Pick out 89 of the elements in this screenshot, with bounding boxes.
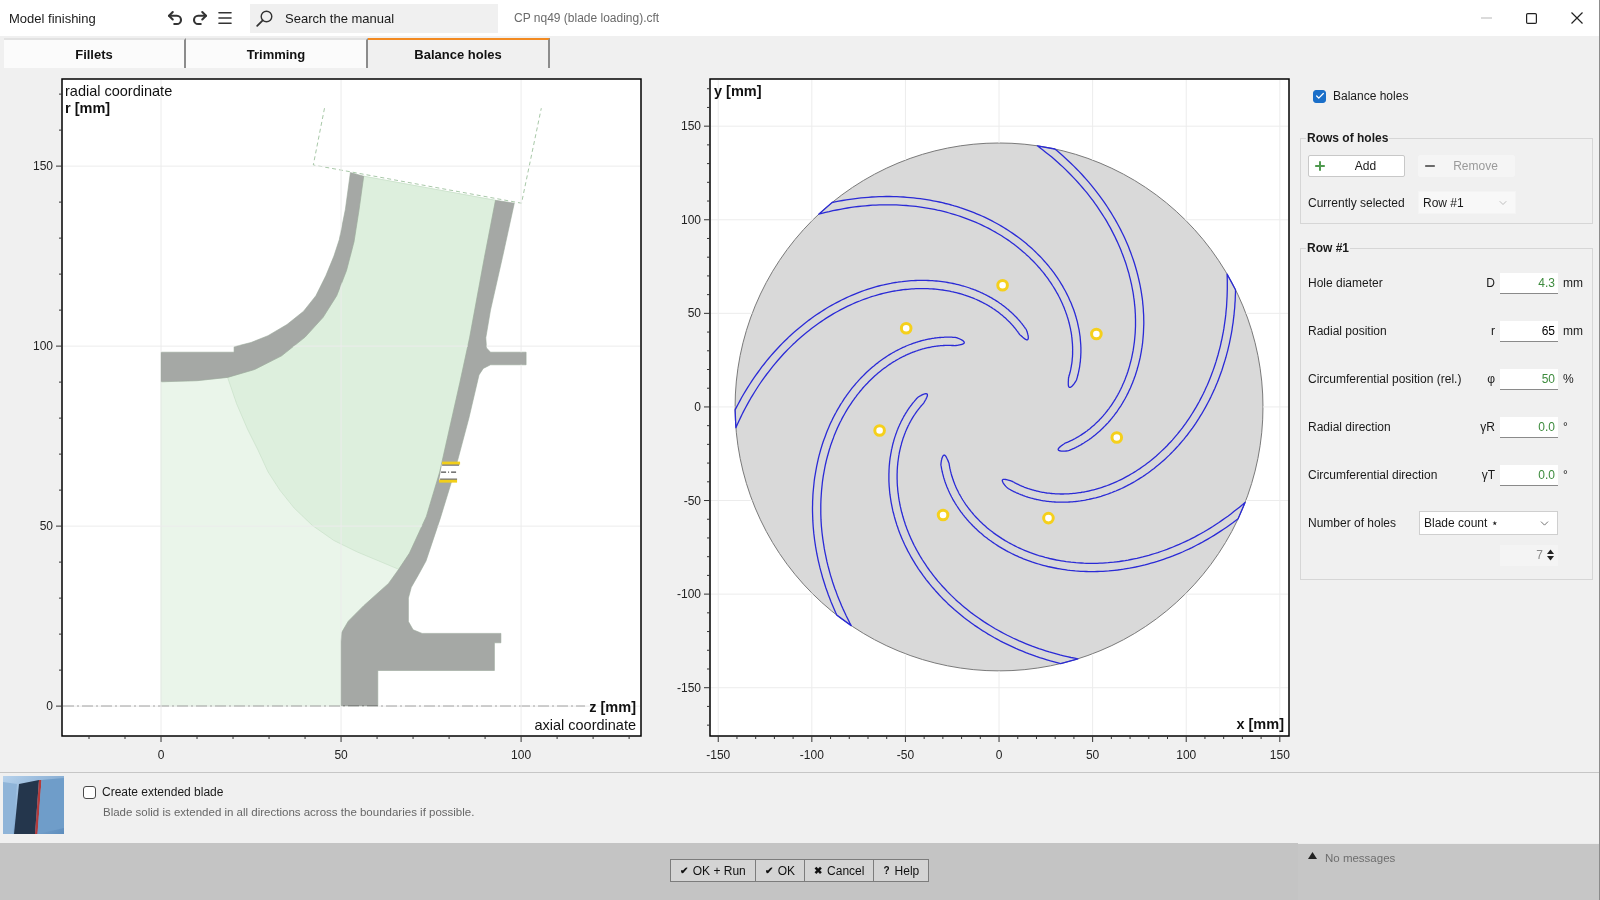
axis-tick-label: 100 — [511, 748, 532, 762]
balance-hole-marker — [1110, 431, 1124, 444]
axis-title: axial coordinate — [534, 717, 636, 733]
axis-tick-label: 50 — [39, 519, 53, 534]
field-symbol: γT — [1481, 468, 1495, 482]
tab[interactable]: Trimming — [186, 38, 368, 68]
balance-hole-marker — [873, 424, 886, 437]
field-symbol: r — [1491, 324, 1495, 338]
field-label: Number of holes — [1308, 516, 1397, 530]
balance-hole-marker — [439, 461, 461, 483]
unit-label: % — [1563, 372, 1575, 386]
field-label: Radial position — [1308, 324, 1388, 338]
unit-label: ° — [1563, 420, 1569, 434]
maximize-icon[interactable] — [1526, 12, 1537, 24]
unit-label: mm — [1563, 324, 1584, 338]
field-symbol: γR — [1480, 420, 1495, 434]
tab[interactable]: Fillets — [4, 38, 186, 68]
check-icon — [1314, 91, 1325, 101]
axis-label: r [mm] — [65, 100, 111, 116]
field-label: Circumferential position (rel.) — [1308, 372, 1463, 386]
document-name: CP nq49 (blade loading).cft — [514, 11, 660, 25]
axis-tick-label: -150 — [706, 748, 731, 762]
balance-hole-marker — [899, 322, 913, 335]
axis-tick-label: -100 — [799, 748, 824, 762]
axis-tick-label: 0 — [157, 748, 165, 762]
field-symbol: φ — [1487, 372, 1495, 386]
axis-tick-label: 50 — [334, 748, 348, 762]
axis-label: x [mm] — [1236, 716, 1284, 732]
group-title: Row #1 — [1306, 241, 1350, 256]
dropdown[interactable]: Blade count ⋆ — [1419, 511, 1558, 535]
axis-tick-label: 100 — [32, 339, 53, 354]
search-icon — [256, 9, 273, 27]
checkbox-label: Create extended blade — [102, 785, 224, 799]
axis-tick-label: 100 — [680, 212, 701, 227]
number-field[interactable]: 50 — [1500, 368, 1558, 390]
number-field[interactable]: 4.3 — [1500, 272, 1558, 294]
axis-tick-label: -50 — [896, 748, 915, 762]
up-triangle-icon[interactable] — [1308, 852, 1317, 859]
axis-tick-label: 150 — [32, 159, 53, 174]
blade-preview-image — [3, 776, 64, 834]
axis-title: radial coordinate — [65, 83, 173, 99]
redo-icon[interactable] — [191, 9, 209, 27]
dialog-button[interactable]: ✔ OK + Run — [670, 860, 756, 881]
add-button[interactable]: Add — [1308, 155, 1405, 177]
axis-tick-label: -150 — [676, 680, 701, 695]
description-text: Blade solid is extended in all directions across the boundaries if possible. — [103, 806, 475, 818]
axis-tick-label: 50 — [1085, 748, 1100, 762]
axis-tick-label: 0 — [694, 399, 701, 414]
menu-icon[interactable] — [216, 9, 234, 27]
balance-hole-marker — [996, 278, 1009, 292]
number-field[interactable]: 65 — [1500, 320, 1558, 342]
undo-icon[interactable] — [166, 9, 184, 27]
dialog-button[interactable]: ? Help — [874, 860, 930, 881]
balance-hole-marker — [1042, 511, 1055, 525]
field-label: Circumferential direction — [1308, 468, 1439, 482]
axis-label: y [mm] — [714, 83, 762, 99]
field-label: Currently selected — [1308, 195, 1406, 210]
axis-tick-label: -100 — [676, 587, 701, 602]
axis-tick-label: 50 — [687, 306, 701, 321]
number-field[interactable]: 0.0 — [1500, 464, 1558, 486]
tab[interactable]: Balance holes — [368, 38, 550, 68]
status-text: No messages — [1325, 852, 1396, 864]
balance-hole-marker — [936, 508, 950, 522]
dialog-button[interactable]: ✔ OK — [755, 860, 806, 881]
checkbox[interactable] — [83, 785, 96, 799]
spin-arrows-icon[interactable] — [1547, 549, 1554, 561]
axis-tick-label: 0 — [46, 699, 53, 714]
search-field[interactable]: Search the manual — [250, 3, 498, 33]
number-field[interactable]: 0.0 — [1500, 416, 1558, 438]
dialog-button[interactable]: ✖ Cancel — [805, 860, 875, 881]
axis-tick-label: -50 — [683, 493, 701, 508]
balance-hole-marker — [1090, 327, 1103, 341]
window-title: Model finishing — [9, 10, 97, 26]
field-label: Hole diameter — [1308, 276, 1384, 290]
field-symbol: D — [1486, 276, 1495, 290]
axis-tick-label: 150 — [1269, 748, 1290, 762]
axis-label: z [mm] — [589, 699, 636, 715]
axis-tick-label: 100 — [1176, 748, 1197, 762]
group-title: Rows of holes — [1306, 131, 1390, 146]
axis-tick-label: 150 — [680, 119, 701, 134]
dropdown[interactable]: Row #1 — [1418, 191, 1516, 214]
unit-label: mm — [1563, 276, 1584, 290]
checkbox[interactable] — [1313, 89, 1326, 103]
axis-tick-label: 0 — [995, 748, 1003, 762]
checkbox-label: Balance holes — [1333, 89, 1409, 103]
plus-icon — [1313, 159, 1327, 173]
field-label: Radial direction — [1308, 420, 1392, 434]
close-icon[interactable] — [1570, 12, 1583, 24]
unit-label: ° — [1563, 468, 1569, 482]
